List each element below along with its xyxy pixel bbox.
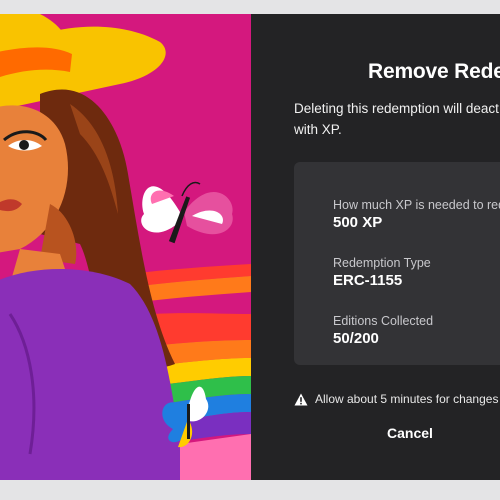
description-line: with XP. bbox=[294, 122, 342, 137]
warning-triangle-icon bbox=[294, 393, 308, 406]
notice-text: Allow about 5 minutes for changes to ta bbox=[315, 392, 500, 406]
field-label: Editions Collected bbox=[333, 314, 434, 328]
artwork-illustration bbox=[0, 14, 251, 480]
field-label: How much XP is needed to redee bbox=[333, 198, 500, 212]
modal-description: Deleting this redemption will deact with… bbox=[294, 98, 500, 140]
field-label: Redemption Type bbox=[333, 256, 431, 270]
field-value: ERC-1155 bbox=[333, 272, 403, 289]
field-value: 500 XP bbox=[333, 214, 383, 231]
redemption-details-card: How much XP is needed to redee 500 XP Re… bbox=[294, 162, 500, 365]
redemption-artwork bbox=[0, 14, 251, 480]
field-value: 50/200 bbox=[333, 330, 379, 347]
modal-panel: Remove Rede Deleting this redemption wil… bbox=[251, 14, 500, 480]
modal-title: Remove Rede bbox=[368, 60, 500, 83]
notice-message: Allow about 5 minutes for changes to ta bbox=[294, 392, 500, 406]
cancel-button[interactable]: Cancel bbox=[377, 421, 443, 445]
xp-required-field: How much XP is needed to redee 500 XP bbox=[333, 198, 500, 231]
redemption-type-field: Redemption Type ERC-1155 bbox=[333, 256, 431, 289]
editions-collected-field: Editions Collected 50/200 bbox=[333, 314, 433, 347]
description-line: Deleting this redemption will deact bbox=[294, 101, 499, 116]
remove-redemption-modal: Remove Rede Deleting this redemption wil… bbox=[0, 14, 500, 480]
